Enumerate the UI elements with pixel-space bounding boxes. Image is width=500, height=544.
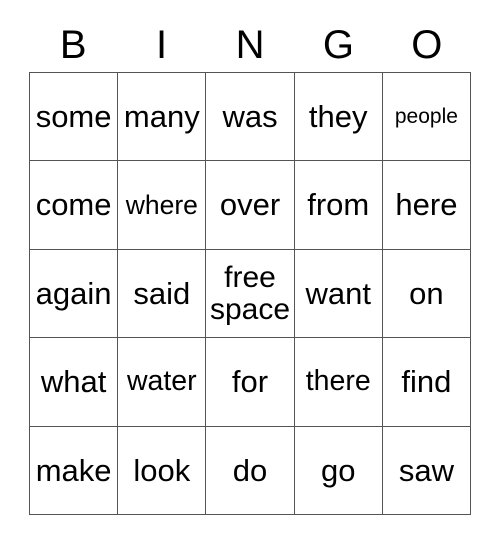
bingo-cell[interactable]: water: [118, 338, 207, 427]
bingo-cell-label: from: [307, 187, 370, 223]
bingo-cell[interactable]: saw: [382, 426, 472, 516]
bingo-cell-label: water: [126, 365, 197, 398]
bingo-cell-label: over: [219, 187, 281, 223]
bingo-cell-label: come: [35, 187, 112, 223]
bingo-cell[interactable]: from: [294, 161, 383, 250]
bingo-cell-label: what: [40, 364, 107, 400]
header-letter-g: G: [294, 18, 382, 72]
bingo-cell[interactable]: people: [382, 73, 472, 162]
bingo-cell[interactable]: for: [206, 338, 295, 427]
bingo-cell[interactable]: again: [30, 249, 119, 339]
bingo-row: some many was they people: [30, 73, 472, 162]
bingo-cell[interactable]: many: [118, 73, 207, 162]
header-letter-i-label: I: [156, 23, 168, 67]
bingo-grid: some many was they people come where ove…: [29, 72, 472, 516]
bingo-row: make look do go saw: [30, 426, 472, 516]
bingo-cell-label: for: [231, 364, 269, 400]
header-letter-i: I: [117, 18, 205, 72]
bingo-cell[interactable]: want: [294, 249, 383, 339]
bingo-cell-label: there: [305, 365, 371, 398]
bingo-cell-label: some: [35, 98, 112, 134]
header-letter-g-label: G: [322, 23, 354, 67]
bingo-free-space-label: free space: [209, 261, 291, 326]
bingo-cell[interactable]: they: [294, 73, 383, 162]
bingo-cell-label: look: [133, 452, 191, 488]
bingo-cell[interactable]: what: [30, 338, 119, 427]
bingo-cell[interactable]: on: [382, 249, 472, 339]
bingo-cell[interactable]: find: [382, 338, 472, 427]
bingo-cell-label: want: [305, 275, 371, 311]
bingo-cell[interactable]: here: [382, 161, 472, 250]
bingo-row: come where over from here: [30, 161, 472, 250]
bingo-row: what water for there find: [30, 338, 472, 427]
bingo-cell[interactable]: there: [294, 338, 383, 427]
header-letter-n-label: N: [235, 23, 265, 67]
bingo-cell[interactable]: do: [206, 426, 295, 516]
bingo-cell-label: was: [222, 98, 278, 134]
bingo-cell-label: people: [394, 105, 458, 128]
bingo-cell-label: where: [125, 189, 198, 220]
header-letter-n: N: [206, 18, 294, 72]
bingo-cell-label: here: [395, 187, 458, 223]
bingo-cell-label: they: [308, 98, 368, 134]
bingo-cell-label: go: [320, 452, 356, 488]
bingo-cell-label: again: [35, 275, 112, 311]
bingo-cell-label: do: [232, 452, 268, 488]
header-letter-b-label: B: [59, 23, 87, 67]
bingo-cell[interactable]: look: [118, 426, 207, 516]
bingo-cell[interactable]: some: [30, 73, 119, 162]
bingo-card: B I N G O some many was they people come…: [0, 0, 500, 544]
bingo-cell[interactable]: make: [30, 426, 119, 516]
bingo-cell[interactable]: where: [118, 161, 207, 250]
bingo-cell[interactable]: was: [206, 73, 295, 162]
bingo-cell[interactable]: over: [206, 161, 295, 250]
bingo-header-row: B I N G O: [29, 18, 471, 72]
header-letter-b: B: [29, 18, 117, 72]
bingo-cell[interactable]: said: [118, 249, 207, 339]
header-letter-o: O: [383, 18, 471, 72]
bingo-cell-label: make: [35, 452, 112, 488]
bingo-cell-label: saw: [398, 452, 454, 488]
bingo-cell-label: find: [401, 364, 452, 400]
bingo-cell-label: said: [133, 275, 191, 311]
bingo-cell-label: on: [409, 275, 444, 311]
header-letter-o-label: O: [411, 23, 443, 67]
bingo-row: again said free space want on: [30, 249, 472, 339]
bingo-cell[interactable]: go: [294, 426, 383, 516]
bingo-free-space-cell[interactable]: free space: [206, 249, 295, 339]
bingo-cell-label: many: [123, 98, 200, 134]
bingo-cell[interactable]: come: [30, 161, 119, 250]
